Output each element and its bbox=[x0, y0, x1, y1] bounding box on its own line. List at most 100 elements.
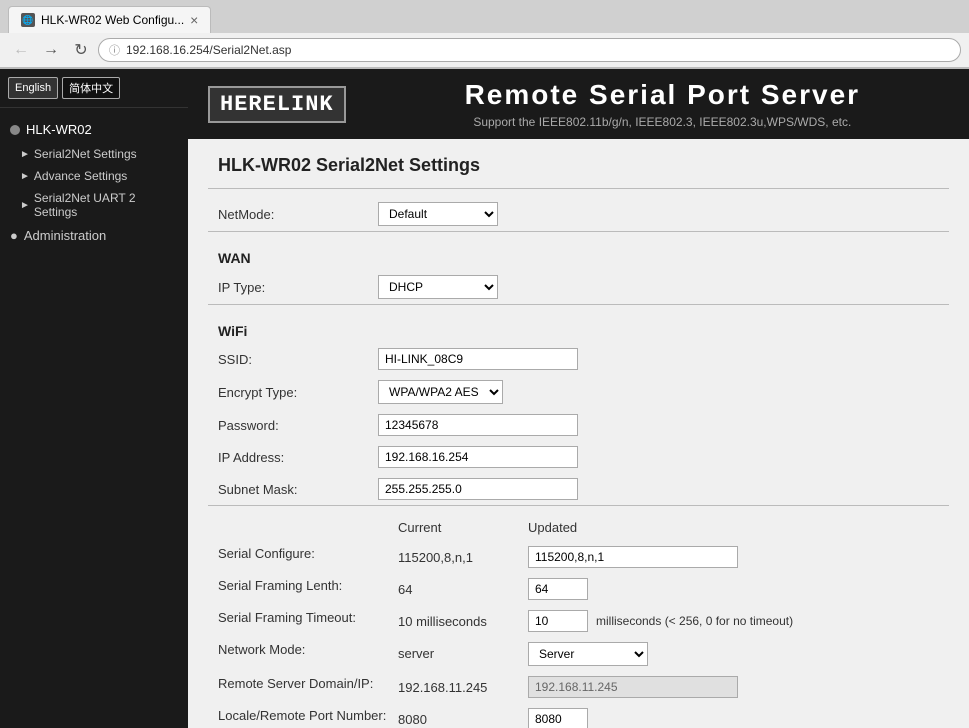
serial-framing-timeout-label: Serial Framing Timeout: bbox=[218, 610, 398, 625]
subnet-mask-control: 255.255.255.0 bbox=[378, 478, 939, 500]
ip-type-label: IP Type: bbox=[218, 280, 378, 295]
header-title-area: Remote Serial Port Server Support the IE… bbox=[376, 79, 949, 129]
netmode-label: NetMode: bbox=[218, 207, 378, 222]
header-banner: HERELINK Remote Serial Port Server Suppo… bbox=[188, 69, 969, 139]
col-updated-label: Updated bbox=[528, 520, 577, 535]
col-empty bbox=[218, 520, 398, 535]
serial-configure-current: 115200,8,n,1 bbox=[398, 546, 528, 565]
col-current-label: Current bbox=[398, 520, 528, 535]
tab-label: HLK-WR02 Web Configu... bbox=[41, 13, 184, 27]
encrypt-label: Encrypt Type: bbox=[218, 385, 378, 400]
arrow-icon-2: ► bbox=[20, 171, 30, 182]
lang-english-button[interactable]: English bbox=[8, 77, 58, 99]
serial-configure-input[interactable]: 115200,8,n,1 bbox=[528, 546, 738, 568]
lang-bar: English 简体中文 bbox=[0, 69, 188, 108]
encrypt-row: Encrypt Type: WPA/WPA2 AES WEP None bbox=[208, 375, 949, 409]
port-number-row: Locale/Remote Port Number: 8080 8080 bbox=[208, 703, 949, 728]
sidebar-item-serial2net[interactable]: ► Serial2Net Settings bbox=[0, 143, 188, 165]
forward-button[interactable]: → bbox=[38, 37, 64, 63]
active-tab[interactable]: 🌐 HLK-WR02 Web Configu... × bbox=[8, 6, 211, 33]
tab-close-button[interactable]: × bbox=[190, 12, 198, 28]
encrypt-control: WPA/WPA2 AES WEP None bbox=[378, 380, 939, 404]
sidebar-nav: HLK-WR02 ► Serial2Net Settings ► Advance… bbox=[0, 108, 188, 256]
back-button[interactable]: ← bbox=[8, 37, 34, 63]
serial-framing-length-current: 64 bbox=[398, 578, 528, 597]
header-title: Remote Serial Port Server bbox=[376, 79, 949, 111]
serial-configure-row: Serial Configure: 115200,8,n,1 115200,8,… bbox=[208, 541, 949, 573]
arrow-icon-1: ► bbox=[20, 149, 30, 160]
serial-configure-label: Serial Configure: bbox=[218, 546, 398, 561]
port-number-updated-control: 8080 bbox=[528, 708, 939, 728]
address-text: 192.168.16.254/Serial2Net.asp bbox=[126, 43, 291, 57]
netmode-select[interactable]: Default AP STA AP+STA bbox=[378, 202, 498, 226]
page: English 简体中文 HLK-WR02 ► Serial2Net Setti… bbox=[0, 69, 969, 728]
port-number-label: Locale/Remote Port Number: bbox=[218, 708, 398, 723]
netmode-control: Default AP STA AP+STA bbox=[378, 202, 939, 226]
sidebar-item-administration[interactable]: ● Administration bbox=[0, 223, 188, 248]
ip-type-select[interactable]: DHCP Static bbox=[378, 275, 498, 299]
serial-framing-timeout-hint: milliseconds (< 256, 0 for no timeout) bbox=[596, 614, 793, 628]
serial-framing-timeout-input[interactable]: 10 bbox=[528, 610, 588, 632]
lang-chinese-button[interactable]: 简体中文 bbox=[62, 77, 120, 99]
password-input[interactable]: 12345678 bbox=[378, 414, 578, 436]
ssid-input[interactable]: HI-LINK_08C9 bbox=[378, 348, 578, 370]
remote-server-input[interactable]: 192.168.11.245 bbox=[528, 676, 738, 698]
netmode-row: NetMode: Default AP STA AP+STA bbox=[208, 197, 949, 231]
ssid-control: HI-LINK_08C9 bbox=[378, 348, 939, 370]
sidebar-device-label: HLK-WR02 bbox=[0, 116, 188, 143]
form-area: HLK-WR02 Serial2Net Settings NetMode: De… bbox=[188, 139, 969, 728]
divider-wifi bbox=[208, 304, 949, 305]
ip-type-row: IP Type: DHCP Static bbox=[208, 270, 949, 304]
reload-button[interactable]: ↻ bbox=[68, 37, 94, 63]
network-mode-label: Network Mode: bbox=[218, 642, 398, 657]
nav-bar: ← → ↻ ⓘ 192.168.16.254/Serial2Net.asp bbox=[0, 33, 969, 68]
lock-icon: ⓘ bbox=[109, 42, 120, 58]
network-mode-updated-control: Server Client bbox=[528, 642, 939, 666]
ip-address-control: 192.168.16.254 bbox=[378, 446, 939, 468]
ip-address-row: IP Address: 192.168.16.254 bbox=[208, 441, 949, 473]
ip-type-control: DHCP Static bbox=[378, 275, 939, 299]
browser-chrome: 🌐 HLK-WR02 Web Configu... × ← → ↻ ⓘ 192.… bbox=[0, 0, 969, 69]
ip-address-input[interactable]: 192.168.16.254 bbox=[378, 446, 578, 468]
remote-server-updated-control: 192.168.11.245 bbox=[528, 676, 939, 698]
arrow-icon-3: ► bbox=[20, 200, 30, 211]
logo-text: HERELINK bbox=[220, 92, 334, 117]
sidebar-item-uart2[interactable]: ► Serial2Net UART 2 Settings bbox=[0, 187, 188, 223]
ip-address-label: IP Address: bbox=[218, 450, 378, 465]
sidebar: English 简体中文 HLK-WR02 ► Serial2Net Setti… bbox=[0, 69, 188, 728]
divider-wan bbox=[208, 231, 949, 232]
serial-framing-timeout-row: Serial Framing Timeout: 10 milliseconds … bbox=[208, 605, 949, 637]
subnet-mask-row: Subnet Mask: 255.255.255.0 bbox=[208, 473, 949, 505]
address-bar[interactable]: ⓘ 192.168.16.254/Serial2Net.asp bbox=[98, 38, 961, 62]
remote-server-row: Remote Server Domain/IP: 192.168.11.245 … bbox=[208, 671, 949, 703]
tab-favicon: 🌐 bbox=[21, 13, 35, 27]
subnet-mask-input[interactable]: 255.255.255.0 bbox=[378, 478, 578, 500]
ssid-row: SSID: HI-LINK_08C9 bbox=[208, 343, 949, 375]
form-title: HLK-WR02 Serial2Net Settings bbox=[208, 139, 949, 188]
ssid-label: SSID: bbox=[218, 352, 378, 367]
wifi-heading: WiFi bbox=[208, 313, 949, 343]
port-number-current: 8080 bbox=[398, 708, 528, 727]
serial-framing-length-input[interactable]: 64 bbox=[528, 578, 588, 600]
admin-icon: ● bbox=[10, 228, 18, 243]
subnet-mask-label: Subnet Mask: bbox=[218, 482, 378, 497]
password-row: Password: 12345678 bbox=[208, 409, 949, 441]
password-control: 12345678 bbox=[378, 414, 939, 436]
sidebar-item-advance[interactable]: ► Advance Settings bbox=[0, 165, 188, 187]
network-mode-select[interactable]: Server Client bbox=[528, 642, 648, 666]
timeout-input-wrapper: 10 milliseconds (< 256, 0 for no timeout… bbox=[528, 610, 939, 632]
port-number-input[interactable]: 8080 bbox=[528, 708, 588, 728]
remote-server-label: Remote Server Domain/IP: bbox=[218, 676, 398, 691]
serial-column-headers: Current Updated bbox=[208, 514, 949, 541]
serial-framing-length-updated-control: 64 bbox=[528, 578, 939, 600]
tab-bar: 🌐 HLK-WR02 Web Configu... × bbox=[0, 0, 969, 33]
main-content: HERELINK Remote Serial Port Server Suppo… bbox=[188, 69, 969, 728]
network-mode-row: Network Mode: server Server Client bbox=[208, 637, 949, 671]
network-mode-current: server bbox=[398, 642, 528, 661]
password-label: Password: bbox=[218, 418, 378, 433]
serial-framing-timeout-updated-control: 10 milliseconds (< 256, 0 for no timeout… bbox=[528, 610, 939, 632]
header-subtitle: Support the IEEE802.11b/g/n, IEEE802.3, … bbox=[376, 115, 949, 129]
divider-top bbox=[208, 188, 949, 189]
encrypt-select[interactable]: WPA/WPA2 AES WEP None bbox=[378, 380, 503, 404]
serial-framing-length-row: Serial Framing Lenth: 64 64 bbox=[208, 573, 949, 605]
